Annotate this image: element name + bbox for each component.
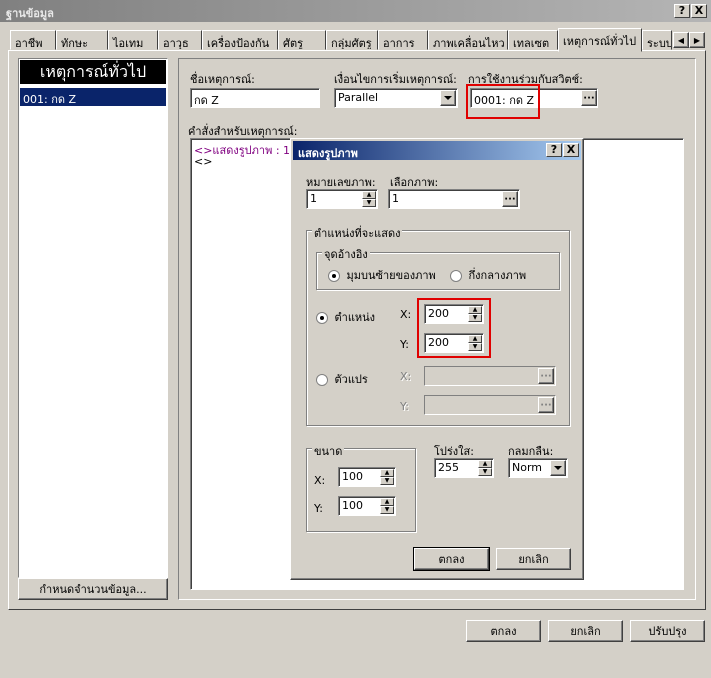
var-y-label: Y:	[400, 400, 409, 413]
tab-scroll-right-icon[interactable]: ▶	[689, 32, 705, 48]
zoom-group	[306, 448, 416, 532]
tab-states[interactable]: อาการ	[378, 30, 428, 50]
tab-animations[interactable]: ภาพเคลื่อนไหว	[428, 30, 508, 50]
event-list-panel	[18, 58, 168, 578]
switch-highlight-box	[466, 84, 540, 119]
trigger-value: Parallel	[338, 91, 379, 104]
help-button[interactable]: ?	[674, 4, 690, 18]
trigger-dropdown-icon[interactable]	[440, 90, 456, 106]
picture-number-stepper[interactable]: ▲ ▼	[362, 191, 376, 207]
dialog-titlebar: แสดงรูปภาพ	[293, 141, 581, 160]
dialog-close-button[interactable]: X	[563, 143, 579, 157]
picture-browse-icon[interactable]: ···	[502, 191, 518, 207]
y-label: Y:	[400, 338, 409, 351]
radio-checked-icon	[316, 312, 328, 324]
tab-class[interactable]: อาชีพ	[10, 30, 56, 50]
max-items-button[interactable]: กำหนดจำนวนข้อมูล...	[18, 578, 168, 600]
switch-browse-icon[interactable]: ···	[581, 90, 597, 106]
zoom-y-stepper[interactable]: ▲ ▼	[380, 498, 394, 514]
zoom-group-label: ขนาด	[312, 442, 345, 460]
trigger-label: เงื่อนไขการเริ่มเหตุการณ์:	[334, 73, 457, 86]
origin-center-label: กึ่งกลางภาพ	[468, 269, 527, 282]
tab-items[interactable]: ไอเทม	[108, 30, 158, 50]
list-item[interactable]: <>	[194, 155, 212, 168]
tab-skills[interactable]: ทักษะ	[56, 30, 108, 50]
tab-armors[interactable]: เครื่องป้องกัน	[202, 30, 278, 50]
tab-weapons[interactable]: อาวุธ	[158, 30, 202, 50]
tab-troops[interactable]: กลุ่มศัตรู	[326, 30, 378, 50]
variable-position-radio[interactable]: ตัวแปร	[316, 370, 368, 388]
origin-group-label: จุดอ้างอิง	[322, 245, 370, 263]
tab-scroll-left-icon[interactable]: ◀	[673, 32, 689, 48]
dialog-cancel-button[interactable]: ยกเลิก	[496, 548, 571, 570]
list-item[interactable]: 001: กด Z	[20, 88, 166, 106]
radio-unchecked-icon	[450, 270, 462, 282]
var-x-input	[424, 366, 556, 386]
var-y-input	[424, 395, 556, 415]
tab-common-events[interactable]: เหตุการณ์ทั่วไป	[558, 28, 642, 52]
direct-position-label: ตำแหน่ง	[334, 311, 376, 324]
zoom-x-label: X:	[314, 474, 326, 487]
zoom-y-label: Y:	[314, 502, 323, 515]
var-x-browse-icon: ···	[538, 368, 554, 384]
dialog-ok-button[interactable]: ตกลง	[413, 547, 490, 571]
cancel-button[interactable]: ยกเลิก	[548, 620, 623, 642]
blend-value: Norm	[512, 461, 543, 474]
blend-dropdown-icon[interactable]	[550, 460, 566, 476]
variable-position-label: ตัวแปร	[334, 373, 368, 386]
var-y-browse-icon: ···	[538, 397, 554, 413]
var-x-label: X:	[400, 370, 412, 383]
position-group-label: ตำแหน่งที่จะแสดง	[312, 224, 403, 242]
window-title: ฐานข้อมูล	[6, 7, 54, 20]
radio-checked-icon	[328, 270, 340, 282]
dialog-title: แสดงรูปภาพ	[298, 147, 358, 160]
origin-topleft-label: มุมบนซ้ายของภาพ	[346, 269, 436, 282]
dialog-help-button[interactable]: ?	[546, 143, 562, 157]
zoom-x-stepper[interactable]: ▲ ▼	[380, 469, 394, 485]
event-list-header: เหตุการณ์ทั่วไป	[20, 60, 166, 84]
opacity-stepper[interactable]: ▲ ▼	[478, 460, 492, 476]
apply-button[interactable]: ปรับปรุง	[630, 620, 705, 642]
tab-tilesets[interactable]: เทลเซต	[508, 30, 558, 50]
position-highlight-box	[417, 298, 491, 358]
x-label: X:	[400, 308, 412, 321]
origin-center-radio[interactable]: กึ่งกลางภาพ	[450, 266, 526, 284]
radio-unchecked-icon	[316, 374, 328, 386]
window-titlebar: ฐานข้อมูล	[0, 0, 711, 22]
origin-topleft-radio[interactable]: มุมบนซ้ายของภาพ	[328, 266, 436, 284]
event-name-input[interactable]: กด Z	[190, 88, 320, 108]
picture-select-input[interactable]: 1	[388, 189, 520, 209]
tab-enemies[interactable]: ศัตรู	[278, 30, 326, 50]
close-button[interactable]: X	[691, 4, 707, 18]
event-name-label: ชื่อเหตุการณ์:	[190, 73, 255, 86]
direct-position-radio[interactable]: ตำแหน่ง	[316, 308, 375, 326]
ok-button[interactable]: ตกลง	[466, 620, 541, 642]
tab-system[interactable]: ระบบ	[642, 30, 672, 50]
